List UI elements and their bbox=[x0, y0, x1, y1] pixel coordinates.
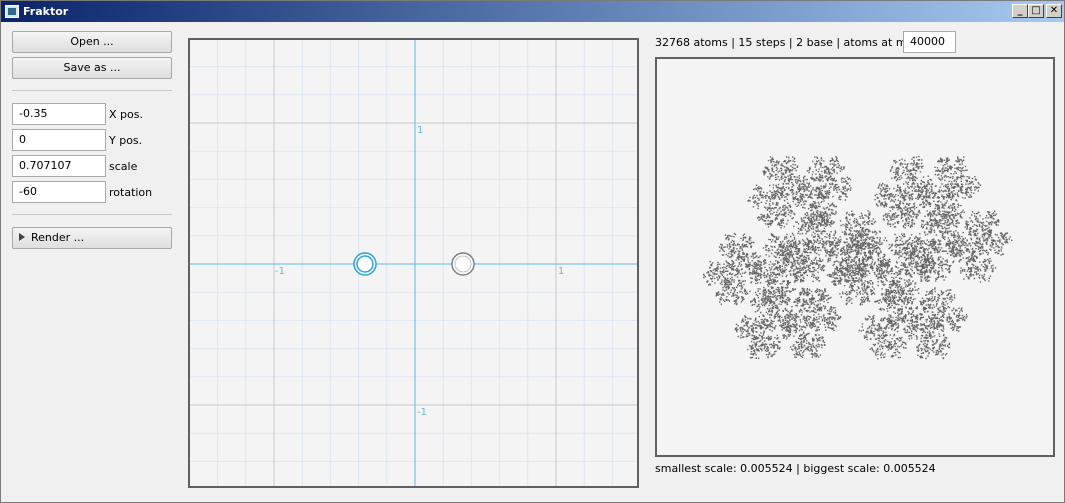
minimize-button[interactable]: _ bbox=[1012, 4, 1028, 18]
app-window: Fraktor _ □ ✕ Open ... Save as ... -0.35… bbox=[0, 0, 1065, 503]
maximize-button[interactable]: □ bbox=[1028, 4, 1044, 18]
rotation-label: rotation bbox=[109, 186, 152, 199]
app-icon bbox=[5, 5, 19, 18]
axis-label-y-neg: -1 bbox=[417, 407, 427, 418]
axis-label-y-pos: 1 bbox=[417, 125, 423, 136]
rotation-input[interactable]: -60 bbox=[12, 181, 106, 203]
title-bar[interactable]: Fraktor _ □ ✕ bbox=[1, 1, 1064, 22]
axis-label-x-pos: 1 bbox=[558, 266, 564, 277]
x-pos-input[interactable]: -0.35 bbox=[12, 103, 106, 125]
transform-editor[interactable]: -1 1 1 -1 bbox=[188, 38, 639, 488]
divider bbox=[12, 90, 172, 91]
close-button[interactable]: ✕ bbox=[1046, 4, 1062, 18]
editor-canvas[interactable]: -1 1 1 -1 bbox=[190, 40, 637, 486]
y-pos-label: Y pos. bbox=[109, 134, 142, 147]
render-label: Render ... bbox=[31, 231, 84, 244]
divider bbox=[12, 214, 172, 215]
fractal-preview bbox=[655, 57, 1055, 457]
max-atoms-input[interactable]: 40000 bbox=[903, 31, 956, 53]
expand-triangle-icon bbox=[19, 233, 25, 241]
save-as-button[interactable]: Save as ... bbox=[12, 57, 172, 79]
render-button[interactable]: Render ... bbox=[12, 227, 172, 249]
fractal-canvas bbox=[657, 59, 1053, 455]
x-pos-label: X pos. bbox=[109, 108, 143, 121]
y-pos-input[interactable]: 0 bbox=[12, 129, 106, 151]
fractal-points bbox=[703, 156, 1012, 360]
fractal-image bbox=[703, 156, 1012, 360]
window-title: Fraktor bbox=[23, 5, 68, 18]
axis-label-x-neg: -1 bbox=[275, 266, 285, 277]
scale-label: scale bbox=[109, 160, 137, 173]
scale-input[interactable]: 0.707107 bbox=[12, 155, 106, 177]
scale-stats: smallest scale: 0.005524 | biggest scale… bbox=[655, 462, 936, 475]
atom-stats: 32768 atoms | 15 steps | 2 base | atoms … bbox=[655, 36, 927, 49]
open-button[interactable]: Open ... bbox=[12, 31, 172, 53]
